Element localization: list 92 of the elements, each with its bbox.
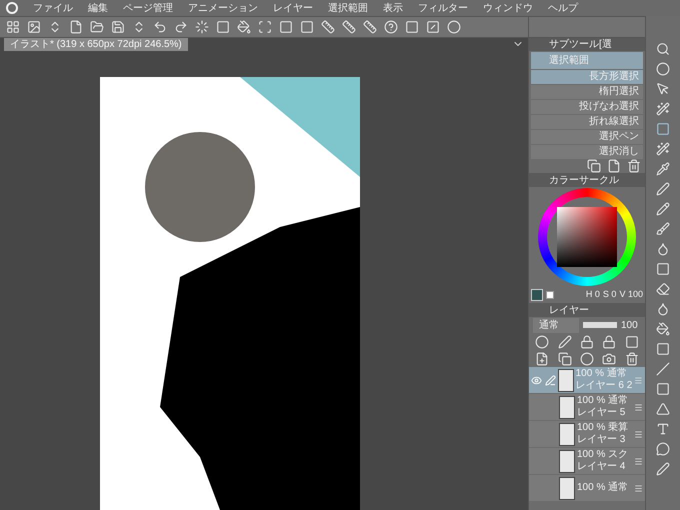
opacity-value[interactable]: 100: [621, 318, 638, 332]
sub-tool-item[interactable]: 選択ペン: [531, 130, 643, 144]
menu-item[interactable]: レイヤー: [273, 0, 313, 16]
redo-icon[interactable]: [174, 20, 188, 34]
layer-row[interactable]: 100 % 通常 レイヤー 5: [529, 394, 645, 420]
menu-item[interactable]: フィルター: [418, 0, 468, 16]
layer-row[interactable]: 100 % スク レイヤー 4: [529, 448, 645, 474]
circle-icon[interactable]: [580, 352, 594, 366]
menu-item[interactable]: ページ管理: [123, 0, 173, 16]
square-icon[interactable]: [300, 20, 314, 34]
layer-mode: 100 % 通常: [576, 368, 628, 380]
menu-item[interactable]: 表示: [383, 0, 403, 16]
image-icon[interactable]: [27, 20, 41, 34]
pen-icon[interactable]: [656, 182, 670, 196]
layer-thumbnail: [559, 396, 575, 418]
trash-icon[interactable]: [627, 159, 641, 173]
sub-tool-item[interactable]: 選択消し: [531, 145, 643, 159]
sub-color-swatch[interactable]: [546, 291, 554, 299]
menu-item[interactable]: ファイル: [33, 0, 73, 16]
fill-icon[interactable]: [656, 322, 670, 336]
dotted-circle-icon[interactable]: [195, 20, 209, 34]
menu-icon[interactable]: [634, 430, 643, 438]
new-layer-icon[interactable]: [535, 352, 550, 366]
layer-mode: 100 % 通常: [577, 482, 630, 494]
panel-tab[interactable]: カラーサークル: [529, 173, 645, 187]
square-icon[interactable]: [279, 20, 293, 34]
menu-item[interactable]: ヘルプ: [548, 0, 578, 16]
layer-thumbnail: [559, 476, 575, 500]
bucket-icon[interactable]: [237, 20, 251, 34]
layer-thumbnail: [558, 368, 574, 392]
layer-name: レイヤー 4: [577, 461, 626, 473]
square-icon[interactable]: [405, 20, 419, 34]
menu-item[interactable]: 選択範囲: [328, 0, 368, 16]
zoom-icon[interactable]: [656, 42, 670, 56]
menu-icon[interactable]: [634, 402, 643, 412]
text-icon[interactable]: [656, 422, 670, 436]
layer-thumbnail: [559, 422, 575, 446]
layer-row[interactable]: 100 % 乗算 レイヤー 3: [529, 421, 645, 447]
new-file-icon[interactable]: [69, 20, 83, 34]
lock-icon[interactable]: [580, 334, 594, 348]
trash-icon[interactable]: [624, 352, 639, 366]
blend-mode-select[interactable]: 通常: [533, 318, 579, 332]
menu-item[interactable]: ウィンドウ: [483, 0, 533, 16]
copy-icon[interactable]: [558, 352, 572, 366]
balloon-icon[interactable]: [656, 442, 670, 456]
layer-name: レイヤー 3: [577, 434, 626, 446]
layer-name: レイヤー 6 2: [576, 380, 632, 392]
pen-icon[interactable]: [558, 334, 572, 348]
grid-icon[interactable]: [6, 20, 20, 34]
panel-tab[interactable]: サブツール[選: [529, 38, 645, 51]
layer-row[interactable]: 100 % 通常: [529, 475, 645, 501]
save-icon[interactable]: [111, 20, 125, 34]
layer-mode: 100 % スク: [577, 449, 630, 461]
menu-icon[interactable]: [634, 456, 643, 466]
app-logo-icon[interactable]: [6, 2, 18, 14]
lock-icon[interactable]: [602, 334, 616, 348]
pointer-icon[interactable]: [656, 82, 670, 96]
menu-icon[interactable]: [634, 484, 643, 492]
layer-mode: 100 % 通常: [577, 395, 630, 407]
square-icon[interactable]: [216, 20, 230, 34]
undo-icon[interactable]: [153, 20, 167, 34]
pencil-icon[interactable]: [656, 202, 670, 216]
auto-select-icon[interactable]: [656, 142, 670, 156]
square-icon[interactable]: [624, 334, 639, 348]
panel-tab[interactable]: レイヤー: [529, 303, 645, 317]
circle-icon[interactable]: [447, 20, 461, 34]
s-value: S 0: [602, 288, 616, 302]
eye-icon[interactable]: [531, 374, 542, 386]
brush-icon[interactable]: [656, 222, 670, 236]
menu-item[interactable]: アニメーション: [188, 0, 258, 16]
h-value: H 0: [586, 288, 600, 302]
eraser-icon[interactable]: [656, 282, 670, 296]
sub-tool-item[interactable]: 楕円選択: [531, 85, 643, 99]
eyedropper-icon[interactable]: [656, 162, 670, 176]
copy-icon[interactable]: [587, 159, 601, 173]
sub-tool-item[interactable]: 折れ線選択: [531, 115, 643, 129]
circle-icon[interactable]: [535, 334, 550, 348]
sub-tool-item[interactable]: 投げなわ選択: [531, 100, 643, 114]
layer-mode: 100 % 乗算: [577, 422, 630, 434]
slash-square-icon[interactable]: [426, 20, 440, 34]
opacity-slider[interactable]: [583, 322, 617, 328]
layer-thumbnail: [559, 450, 575, 472]
folder-icon[interactable]: [90, 20, 104, 34]
new-file-icon[interactable]: [607, 159, 621, 173]
v-value: V 100: [619, 288, 643, 302]
help-icon[interactable]: [384, 20, 398, 34]
wand-icon[interactable]: [656, 102, 670, 116]
layer-name: レイヤー 5: [577, 407, 626, 419]
document-tab[interactable]: イラスト* (319 x 650px 72dpi 246.5%): [4, 38, 188, 50]
menu-item[interactable]: 編集: [88, 0, 108, 16]
line-icon[interactable]: [656, 362, 670, 376]
main-color-swatch[interactable]: [531, 289, 543, 301]
